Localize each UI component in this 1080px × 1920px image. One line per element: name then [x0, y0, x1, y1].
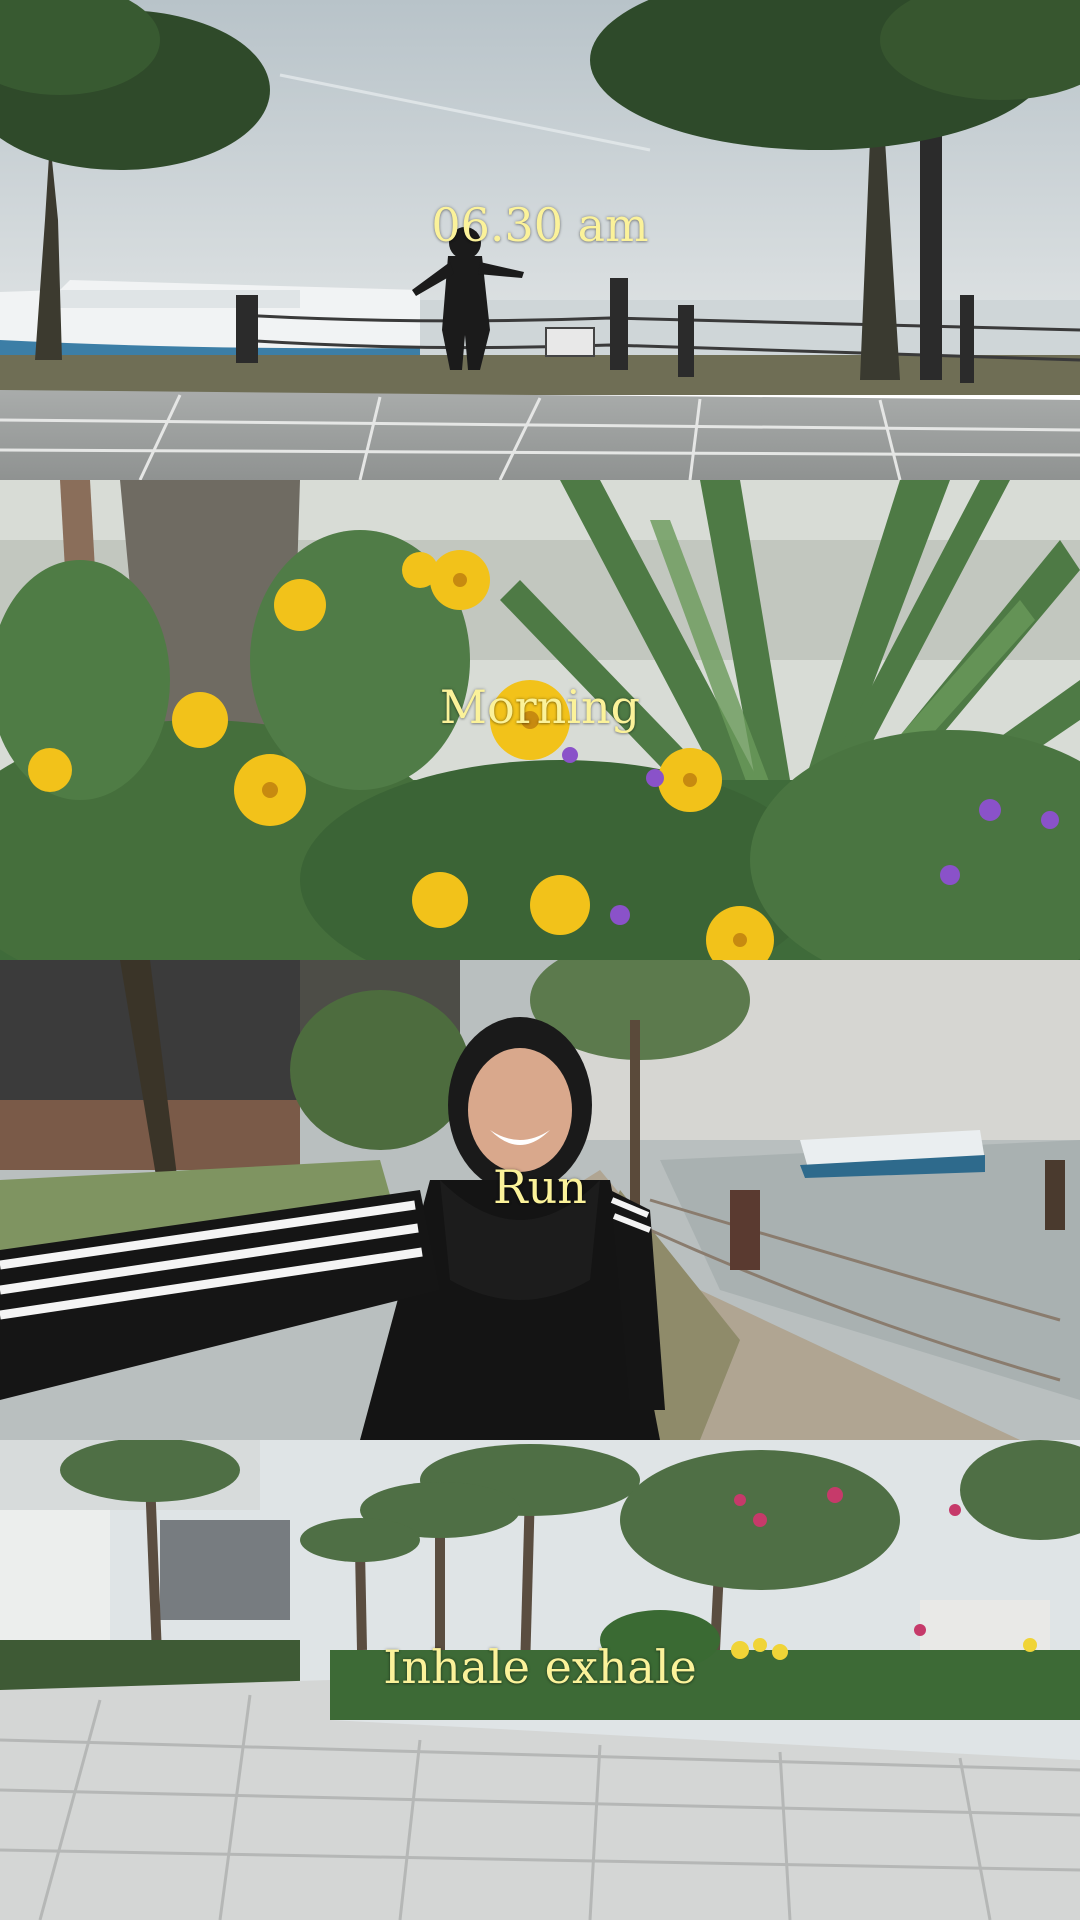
caption-breathe: Inhale exhale — [383, 1640, 697, 1694]
photo-collage: 06.30 am Morning Run Inhale exhale — [0, 0, 1080, 1920]
caption-run: Run — [493, 1160, 587, 1214]
panel-flowers: Morning — [0, 480, 1080, 960]
caption-time: 06.30 am — [431, 198, 649, 252]
panel-run: Run — [0, 960, 1080, 1440]
caption-morning: Morning — [439, 680, 641, 734]
panel-garden: Inhale exhale — [0, 1440, 1080, 1920]
panel-waterfront: 06.30 am — [0, 0, 1080, 480]
